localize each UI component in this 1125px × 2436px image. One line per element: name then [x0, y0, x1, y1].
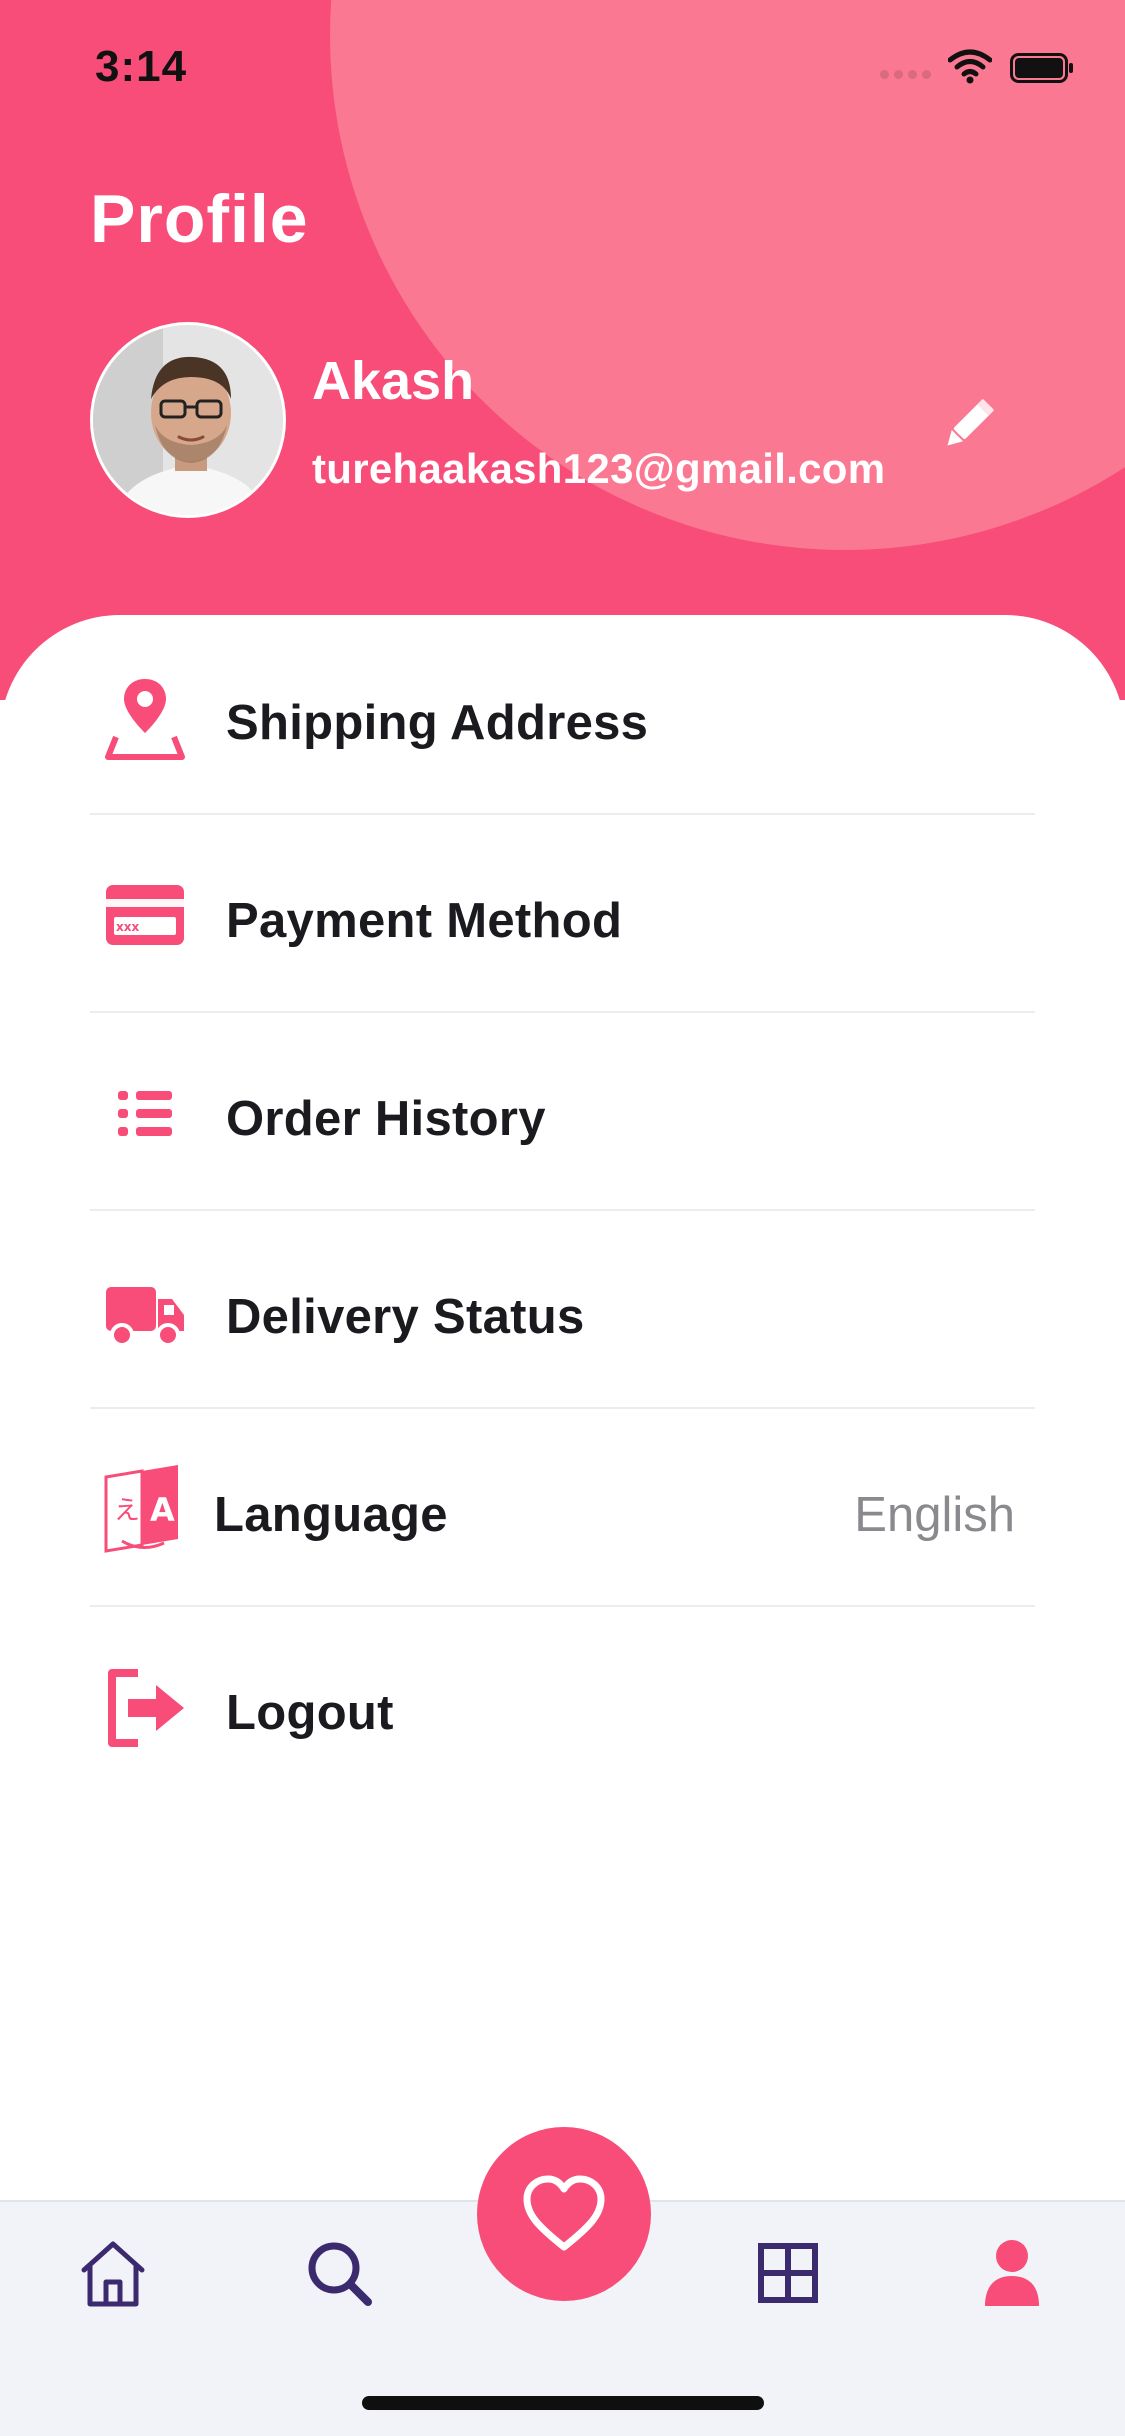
truck-icon [106, 1287, 184, 1347]
home-icon[interactable] [76, 2236, 150, 2310]
user-email: turehaakash123@gmail.com [312, 445, 886, 492]
menu-item-label: Shipping Address [226, 696, 649, 750]
menu-item-label: Language [214, 1488, 448, 1542]
menu-item-order-history[interactable]: Order History [90, 1013, 1035, 1211]
cellular-signal-icon [880, 68, 934, 82]
menu-item-shipping-address[interactable]: Shipping Address [90, 617, 1035, 815]
status-time: 3:14 [95, 42, 188, 91]
location-pin-icon [105, 679, 185, 760]
svg-text:A: A [150, 1491, 175, 1529]
favorites-button[interactable] [477, 2127, 651, 2301]
home-indicator [362, 2396, 764, 2410]
edit-profile-pencil-icon[interactable] [935, 392, 1001, 458]
user-icon[interactable] [975, 2236, 1049, 2310]
avatar-portrait [93, 325, 283, 515]
heart-icon [523, 2175, 605, 2251]
page-title: Profile [90, 181, 309, 257]
menu-item-language[interactable]: え A Language English [90, 1409, 1035, 1607]
avatar[interactable] [90, 322, 286, 518]
language-value: English [854, 1488, 1015, 1542]
menu-item-delivery-status[interactable]: Delivery Status [90, 1211, 1035, 1409]
user-name: Akash [312, 351, 475, 411]
menu-item-logout[interactable]: Logout [90, 1607, 1035, 1805]
menu-item-label: Payment Method [226, 894, 623, 948]
battery-icon [1010, 53, 1073, 83]
profile-screen: 3:14 Profile Akash turehaakash123@gmail.… [0, 0, 1125, 2436]
menu-item-label: Order History [226, 1092, 546, 1146]
menu-item-payment-method[interactable]: xxx Payment Method [90, 815, 1035, 1013]
logout-icon [108, 1669, 184, 1747]
menu-item-label: Delivery Status [226, 1290, 585, 1344]
svg-text:xxx: xxx [116, 920, 139, 934]
credit-card-icon: xxx [106, 885, 184, 945]
svg-text:え: え [114, 1496, 140, 1526]
search-icon[interactable] [302, 2236, 376, 2310]
wifi-icon [948, 49, 992, 84]
menu-item-label: Logout [226, 1686, 394, 1740]
grid-icon[interactable] [751, 2236, 825, 2310]
translate-icon: え A [104, 1465, 178, 1553]
list-icon [118, 1091, 172, 1136]
profile-header: 3:14 Profile Akash turehaakash123@gmail.… [0, 0, 1125, 700]
